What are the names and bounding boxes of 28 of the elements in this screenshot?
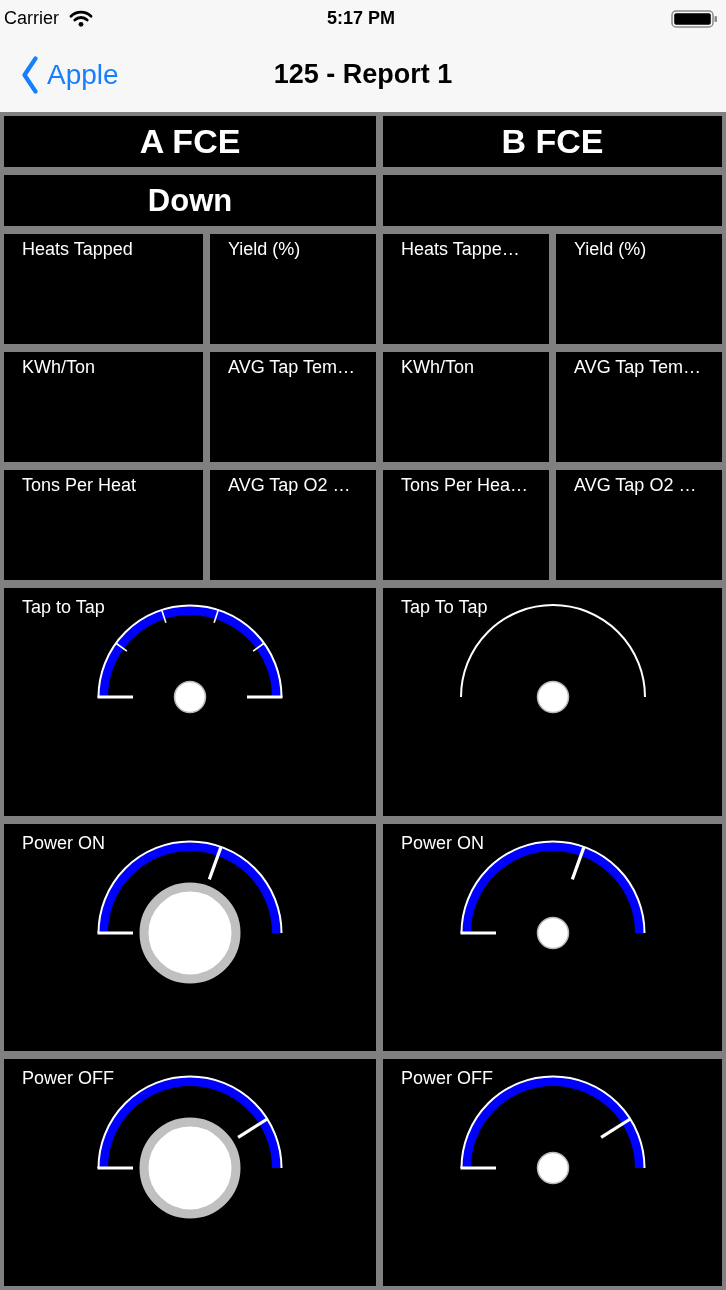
furnace-status: Down [147,182,233,219]
metric-label: Tons Per Hea… [401,475,529,495]
furnace-title: B FCE [501,122,604,161]
back-button[interactable]: Apple [20,55,123,94]
battery-icon [671,9,718,28]
gauge-title: Power ON [401,833,485,854]
gauge-title: Tap To Tap [401,597,488,618]
gauge-title: Tap to Tap [22,597,105,618]
screen-title: 125 - Report 1 [273,59,453,90]
metric-label: AVG Tap Tem… [228,357,356,377]
furnace-title: A FCE [139,122,241,161]
metric-label: AVG Tap O2 … [228,475,351,495]
gauge-title: Power OFF [401,1068,493,1089]
metric-label: AVG Tap Tem… [574,357,702,377]
carrier-label: Carrier [4,8,59,29]
metric-label: Tons Per Heat [22,475,137,495]
metric-label: Heats Tapped [22,239,133,259]
metric-label: Yield (%) [574,239,647,259]
status-time: 5:17 PM [327,8,395,29]
gauge-title: Power OFF [22,1068,114,1089]
metric-label: Heats Tappe… [401,239,520,259]
wifi-icon [69,10,93,27]
metric-label: AVG Tap O2 … [574,475,697,495]
gauge-title: Power ON [22,833,106,854]
chevron-left-icon [22,55,38,94]
metric-label: KWh/Ton [401,357,475,377]
metric-label: KWh/Ton [22,357,96,377]
metric-label: Yield (%) [228,239,301,259]
